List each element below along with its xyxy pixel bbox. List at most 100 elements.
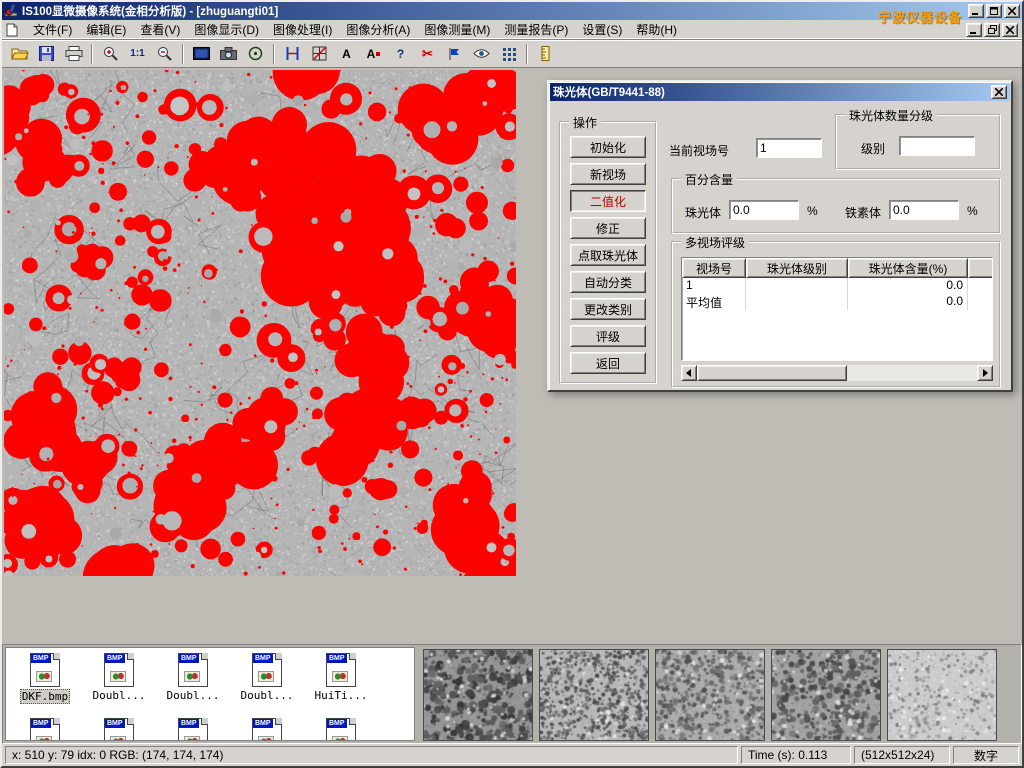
camera-icon[interactable] bbox=[216, 42, 241, 65]
save-icon[interactable] bbox=[34, 42, 59, 65]
metallographic-image[interactable] bbox=[4, 70, 516, 576]
ferrite-percent-input[interactable] bbox=[889, 200, 959, 220]
text-icon[interactable]: A bbox=[334, 42, 359, 65]
file-row-1: BMPDKF.bmpBMPDoubl...BMPDoubl...BMPDoubl… bbox=[6, 648, 414, 704]
application-window: IS100显微摄像系统(金相分析版) - [zhuguangti01] 宁波仪器… bbox=[0, 0, 1024, 768]
target-icon[interactable] bbox=[243, 42, 268, 65]
current-field-label: 当前视场号 bbox=[669, 142, 729, 159]
table-row[interactable]: 平均值0.0 bbox=[682, 294, 992, 310]
dialog-close-button[interactable] bbox=[991, 85, 1007, 99]
bmp-file-icon: BMP bbox=[104, 653, 134, 687]
thumbnail-image[interactable] bbox=[539, 649, 649, 741]
op-button-二值化[interactable]: 二值化 bbox=[570, 190, 646, 212]
table-header-3[interactable]: 铁素 bbox=[968, 258, 993, 278]
mdi-close-button[interactable] bbox=[1002, 23, 1018, 37]
open-icon[interactable] bbox=[7, 42, 32, 65]
bmp-file-icon: BMP bbox=[104, 718, 134, 741]
minimize-button[interactable] bbox=[968, 4, 984, 18]
text-format-icon[interactable]: A bbox=[361, 42, 386, 65]
document-icon[interactable] bbox=[6, 23, 22, 37]
file-item[interactable]: BMP bbox=[304, 718, 378, 741]
menu-图像处理(I)[interactable]: 图像处理(I) bbox=[266, 19, 339, 40]
table-header-0[interactable]: 视场号 bbox=[682, 258, 746, 278]
thumbnail-image[interactable] bbox=[771, 649, 881, 741]
status-time: Time (s): 0.113 bbox=[741, 746, 851, 764]
thumbnail-image[interactable] bbox=[887, 649, 997, 741]
multifield-table[interactable]: 视场号珠光体级别珠光体含量(%)铁素10.0平均值0.0 bbox=[681, 257, 993, 361]
menu-编辑(E)[interactable]: 编辑(E) bbox=[79, 19, 133, 40]
op-button-自动分类[interactable]: 自动分类 bbox=[570, 271, 646, 293]
measure-grid-icon[interactable] bbox=[307, 42, 332, 65]
op-button-初始化[interactable]: 初始化 bbox=[570, 136, 646, 158]
bmp-file-icon: BMP bbox=[30, 653, 60, 687]
file-item[interactable]: BMPDKF.bmp bbox=[8, 653, 82, 704]
current-field-input[interactable] bbox=[756, 138, 822, 158]
file-label: HuiTi... bbox=[313, 689, 370, 702]
menu-测量报告(P)[interactable]: 测量报告(P) bbox=[497, 19, 575, 40]
marker-icon[interactable] bbox=[442, 42, 467, 65]
table-hscrollbar[interactable] bbox=[681, 365, 993, 381]
dialog-title-bar[interactable]: 珠光体(GB/T9441-88) bbox=[550, 83, 1010, 101]
close-button[interactable] bbox=[1004, 4, 1020, 18]
file-item[interactable]: BMPHuiTi... bbox=[304, 653, 378, 704]
file-item[interactable]: BMP bbox=[8, 718, 82, 741]
file-item[interactable]: BMPDoubl... bbox=[156, 653, 230, 704]
window-title: IS100显微摄像系统(金相分析版) - [zhuguangti01] bbox=[22, 3, 278, 19]
grid-icon[interactable] bbox=[496, 42, 521, 65]
pearlite-percent-input[interactable] bbox=[729, 200, 799, 220]
menu-图像测量(M)[interactable]: 图像测量(M) bbox=[417, 19, 497, 40]
bmp-file-icon: BMP bbox=[252, 718, 282, 741]
operations-group: 操作 初始化新视场二值化修正点取珠光体自动分类更改类别评级返回 bbox=[559, 121, 657, 384]
ferrite-label: 铁素体 bbox=[845, 204, 881, 221]
menu-图像显示(D)[interactable]: 图像显示(D) bbox=[187, 19, 266, 40]
title-bar: IS100显微摄像系统(金相分析版) - [zhuguangti01] bbox=[2, 2, 1022, 20]
menu-文件(F)[interactable]: 文件(F) bbox=[26, 19, 79, 40]
table-row[interactable]: 10.0 bbox=[682, 278, 992, 294]
op-button-修正[interactable]: 修正 bbox=[570, 217, 646, 239]
pearlite-label: 珠光体 bbox=[685, 204, 721, 221]
menu-设置(S)[interactable]: 设置(S) bbox=[575, 19, 629, 40]
op-button-返回[interactable]: 返回 bbox=[570, 352, 646, 374]
actual-size-icon[interactable]: 1:1 bbox=[125, 42, 150, 65]
op-button-评级[interactable]: 评级 bbox=[570, 325, 646, 347]
zoom-out-icon[interactable] bbox=[152, 42, 177, 65]
grade-input[interactable] bbox=[899, 136, 975, 156]
file-item[interactable]: BMP bbox=[230, 718, 304, 741]
table-cell bbox=[746, 278, 848, 294]
thumbnail-image[interactable] bbox=[655, 649, 765, 741]
file-item[interactable]: BMP Doubl... bbox=[230, 653, 304, 704]
help-icon[interactable]: ? bbox=[388, 42, 413, 65]
print-icon[interactable] bbox=[61, 42, 86, 65]
scroll-thumb[interactable] bbox=[697, 365, 847, 381]
zoom-in-icon[interactable] bbox=[98, 42, 123, 65]
toolbar: 1:1 AA?✂ bbox=[2, 40, 1022, 68]
grading-group-label: 珠光体数量分级 bbox=[845, 107, 937, 124]
scroll-left-button[interactable] bbox=[681, 365, 697, 381]
eye-icon[interactable] bbox=[469, 42, 494, 65]
op-button-点取珠光体[interactable]: 点取珠光体 bbox=[570, 244, 646, 266]
menu-查看(V)[interactable]: 查看(V) bbox=[133, 19, 187, 40]
table-header-2[interactable]: 珠光体含量(%) bbox=[848, 258, 968, 278]
caliper-icon[interactable] bbox=[280, 42, 305, 65]
menu-图像分析(A)[interactable]: 图像分析(A) bbox=[339, 19, 417, 40]
ruler-icon[interactable] bbox=[533, 42, 558, 65]
maximize-button[interactable] bbox=[986, 4, 1002, 18]
bmp-file-icon: BMP bbox=[252, 653, 282, 687]
op-button-新视场[interactable]: 新视场 bbox=[570, 163, 646, 185]
file-item[interactable]: BMPDoubl... bbox=[82, 653, 156, 704]
table-cell: 平均值 bbox=[682, 294, 746, 310]
bmp-file-icon: BMP bbox=[30, 718, 60, 741]
op-button-更改类别[interactable]: 更改类别 bbox=[570, 298, 646, 320]
mdi-restore-button[interactable] bbox=[984, 23, 1000, 37]
cut-icon[interactable]: ✂ bbox=[415, 42, 440, 65]
capture-icon[interactable] bbox=[189, 42, 214, 65]
thumbnail-image[interactable] bbox=[423, 649, 533, 741]
scroll-right-button[interactable] bbox=[977, 365, 993, 381]
file-label: Doubl... bbox=[239, 689, 296, 702]
menu-帮助(H)[interactable]: 帮助(H) bbox=[629, 19, 684, 40]
file-item[interactable]: BMP bbox=[82, 718, 156, 741]
file-item[interactable]: BMP bbox=[156, 718, 230, 741]
mdi-minimize-button[interactable] bbox=[966, 23, 982, 37]
table-header-1[interactable]: 珠光体级别 bbox=[746, 258, 848, 278]
filmstrip: BMPDKF.bmpBMPDoubl...BMPDoubl...BMPDoubl… bbox=[2, 644, 1022, 744]
